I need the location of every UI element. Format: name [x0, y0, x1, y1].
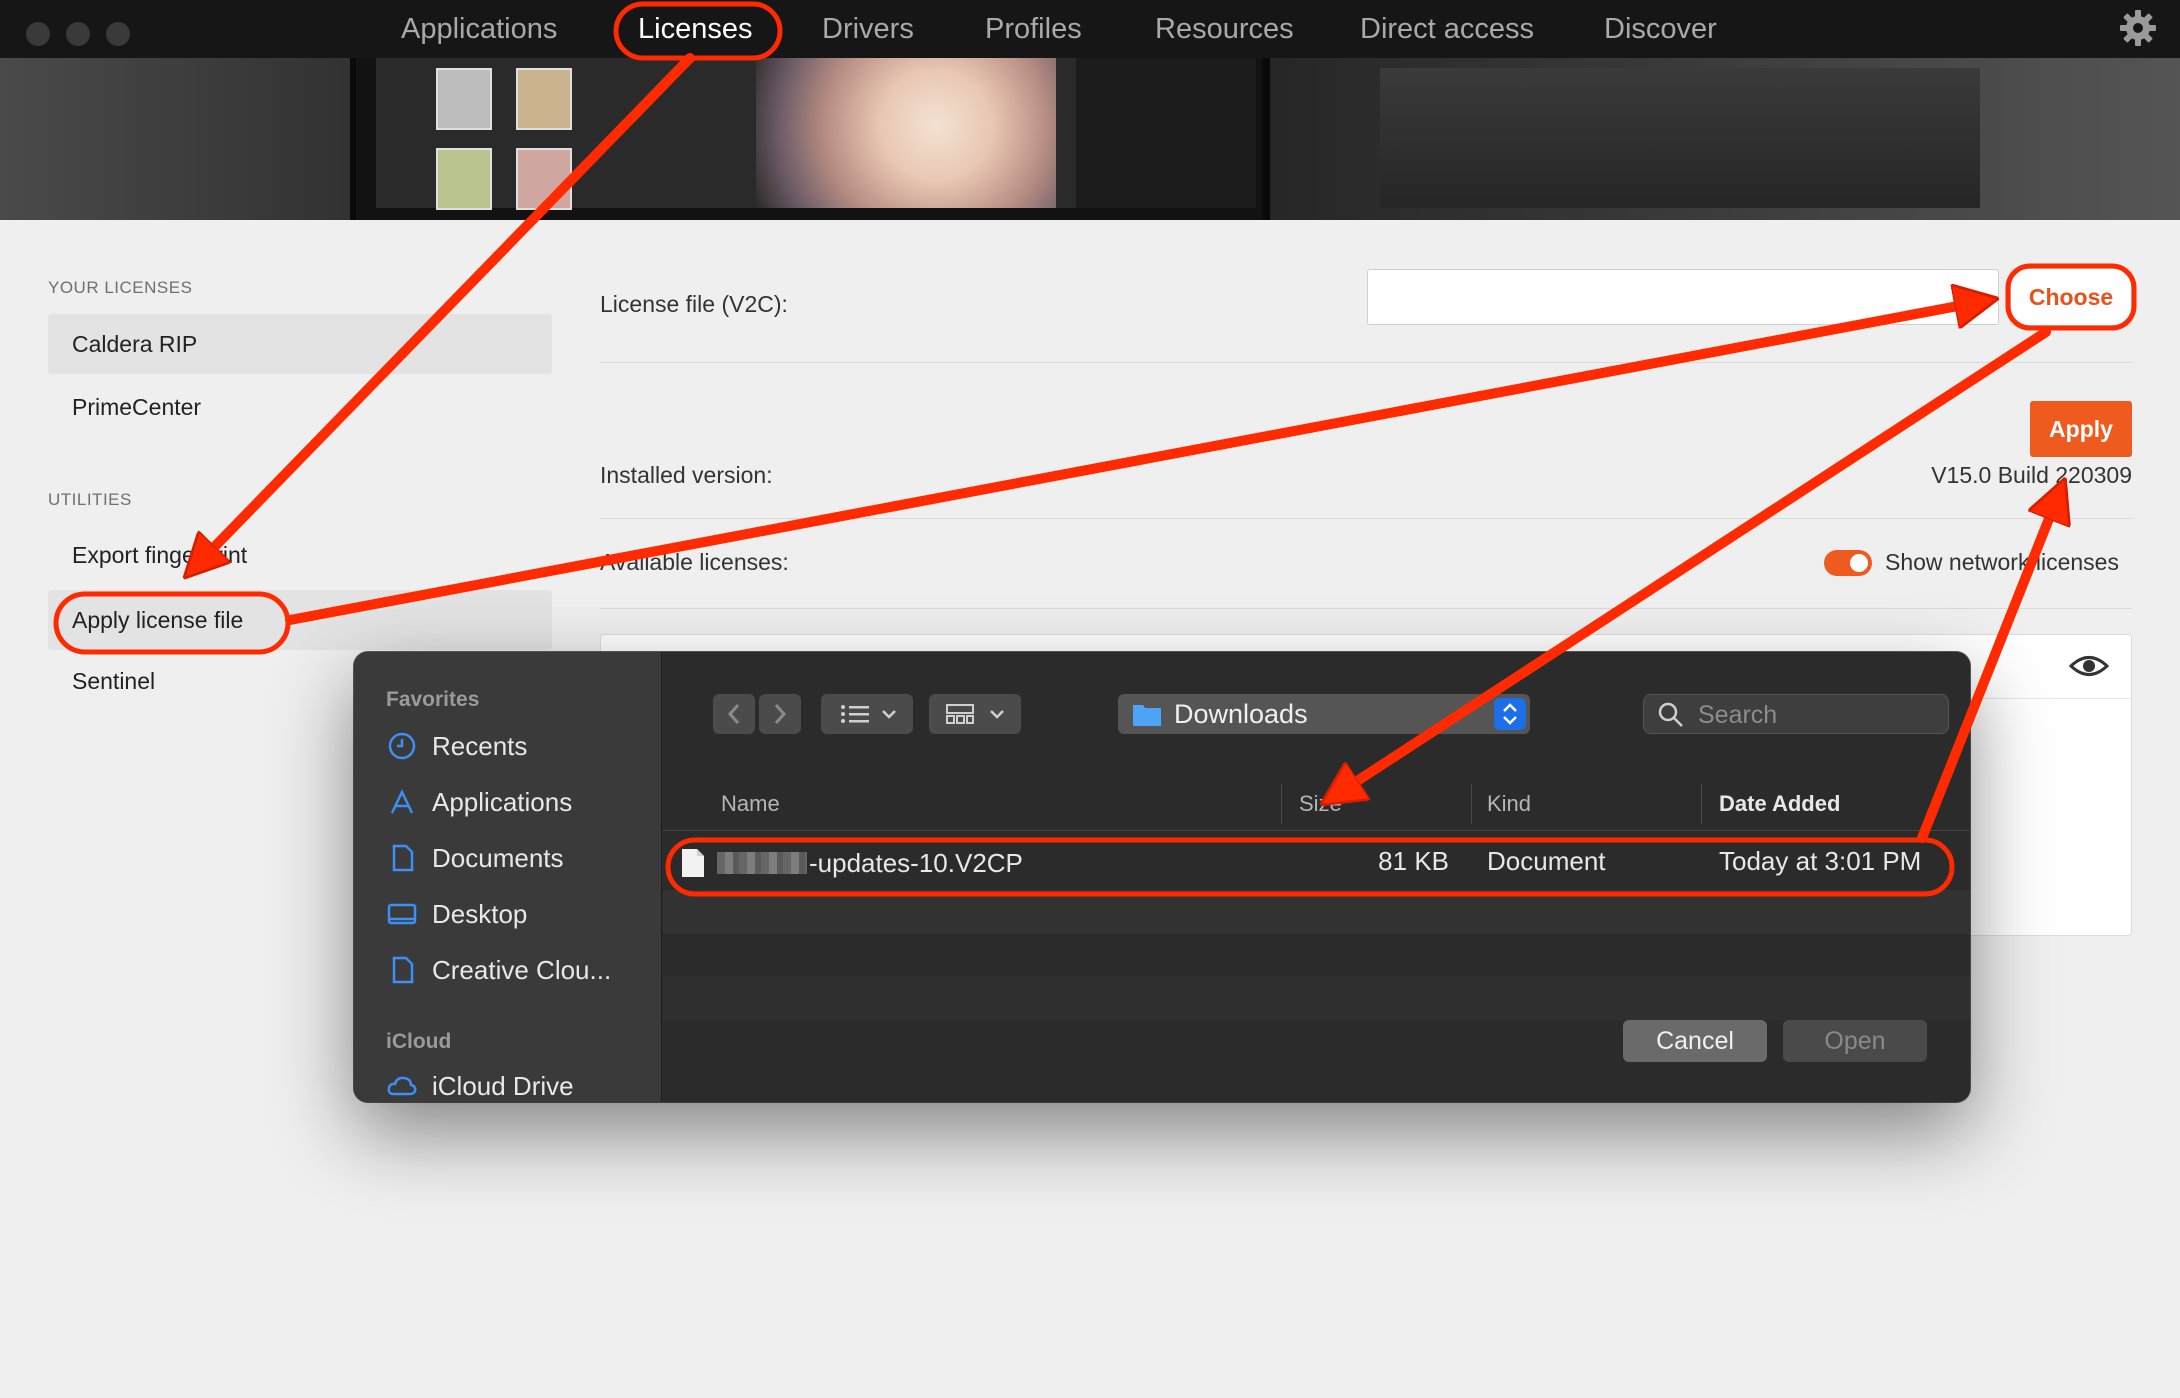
- column-header-name[interactable]: Name: [721, 784, 780, 824]
- column-header-kind[interactable]: Kind: [1487, 784, 1531, 824]
- license-file-input[interactable]: [1367, 269, 1999, 325]
- folder-icon: [1133, 705, 1161, 726]
- cancel-button[interactable]: Cancel: [1623, 1020, 1767, 1062]
- show-network-licenses-label: Show network licenses: [1885, 549, 2119, 575]
- document-icon: [392, 956, 414, 984]
- top-bar: Applications Licenses Drivers Profiles R…: [0, 0, 2180, 58]
- location-label: Downloads: [1174, 699, 1308, 729]
- tab-applications[interactable]: Applications: [401, 10, 557, 48]
- installed-version-value: V15.0 Build 220309: [1931, 462, 2132, 488]
- gear-icon[interactable]: [2118, 8, 2158, 48]
- header-banner-image: [0, 58, 2180, 220]
- apply-button[interactable]: Apply: [2030, 401, 2132, 457]
- sidebar-item-apply-license-file[interactable]: Apply license file: [48, 590, 552, 650]
- chevron-right-icon: [774, 704, 787, 724]
- grid-view-icon: [946, 704, 1004, 724]
- chevron-left-icon: [727, 704, 740, 724]
- tab-drivers[interactable]: Drivers: [822, 10, 914, 48]
- sidebar-item-caldera-rip[interactable]: Caldera RIP: [48, 314, 552, 374]
- file-date-cell: Today at 3:01 PM: [1719, 846, 1922, 876]
- license-file-label: License file (V2C):: [600, 291, 788, 317]
- installed-version-label: Installed version:: [600, 462, 773, 488]
- list-view-button[interactable]: [821, 694, 913, 734]
- sidebar-item-primecenter[interactable]: PrimeCenter: [48, 377, 552, 437]
- column-separator: [1281, 784, 1282, 824]
- icloud-heading: iCloud: [386, 1030, 452, 1053]
- search-field[interactable]: Search: [1643, 694, 1949, 734]
- file-kind-cell: Document: [1487, 846, 1606, 876]
- column-separator: [1701, 784, 1702, 824]
- location-dropdown[interactable]: Downloads: [1118, 694, 1530, 734]
- dialog-main: Downloads Search Name Size Kind Date Add…: [663, 652, 1970, 1102]
- tab-licenses[interactable]: Licenses: [638, 10, 752, 48]
- empty-row: [663, 976, 1970, 1020]
- banner-monitor: [350, 58, 1270, 220]
- tab-direct-access[interactable]: Direct access: [1360, 10, 1534, 48]
- list-view-icon: [841, 705, 896, 723]
- up-down-chevron-icon: [1503, 703, 1517, 725]
- show-network-licenses-toggle[interactable]: [1824, 550, 1872, 576]
- tab-profiles[interactable]: Profiles: [985, 10, 1082, 48]
- column-header-date-added[interactable]: Date Added: [1719, 784, 1840, 824]
- back-button[interactable]: [713, 694, 755, 734]
- search-placeholder: Search: [1698, 701, 1778, 729]
- gallery-view-button[interactable]: [929, 694, 1021, 734]
- tab-discover[interactable]: Discover: [1604, 10, 1717, 48]
- column-header-size[interactable]: Size: [1299, 784, 1342, 824]
- utilities-heading: UTILITIES: [48, 490, 132, 509]
- header-divider: [663, 830, 1970, 831]
- cloud-icon: [387, 1076, 417, 1096]
- file-icon: [682, 849, 704, 878]
- file-open-dialog: Favorites Recents Applications Documents…: [354, 652, 1970, 1102]
- dialog-sidebar-item-recents[interactable]: Recents: [386, 724, 527, 764]
- location-stepper: [1494, 698, 1526, 730]
- forward-button[interactable]: [759, 694, 801, 734]
- apps-icon: [390, 789, 414, 814]
- window-zoom-button[interactable]: [106, 22, 130, 46]
- dialog-sidebar-item-creative-cloud[interactable]: Creative Clou...: [386, 948, 611, 988]
- column-separator: [1471, 784, 1472, 824]
- document-icon: [392, 844, 414, 872]
- divider: [600, 608, 2132, 609]
- redacted-text: [717, 852, 807, 875]
- divider: [600, 362, 2132, 363]
- dialog-sidebar-item-documents[interactable]: Documents: [386, 836, 564, 876]
- window-close-button[interactable]: [26, 22, 50, 46]
- clock-icon: [388, 732, 416, 760]
- dialog-sidebar-item-icloud-drive[interactable]: iCloud Drive: [386, 1064, 574, 1102]
- window-minimize-button[interactable]: [66, 22, 90, 46]
- empty-row: [663, 890, 1970, 934]
- desktop-icon: [387, 903, 417, 925]
- tab-resources[interactable]: Resources: [1155, 10, 1294, 48]
- dialog-sidebar-item-applications[interactable]: Applications: [386, 780, 572, 820]
- sidebar-item-export-fingerprint[interactable]: Export fingerprint: [48, 525, 552, 585]
- choose-button[interactable]: Choose: [2010, 268, 2132, 326]
- dialog-sidebar: Favorites Recents Applications Documents…: [354, 652, 662, 1102]
- eye-icon[interactable]: [2069, 651, 2109, 681]
- file-name-cell: -updates-10.V2CP: [681, 836, 1023, 886]
- search-icon: [1658, 702, 1683, 727]
- dialog-sidebar-item-desktop[interactable]: Desktop: [386, 892, 527, 932]
- file-size-cell: 81 KB: [1378, 846, 1449, 876]
- available-licenses-label: Available licenses:: [600, 549, 789, 575]
- open-button[interactable]: Open: [1783, 1020, 1927, 1062]
- favorites-heading: Favorites: [386, 688, 480, 711]
- divider: [600, 518, 2132, 519]
- your-licenses-heading: YOUR LICENSES: [48, 278, 193, 297]
